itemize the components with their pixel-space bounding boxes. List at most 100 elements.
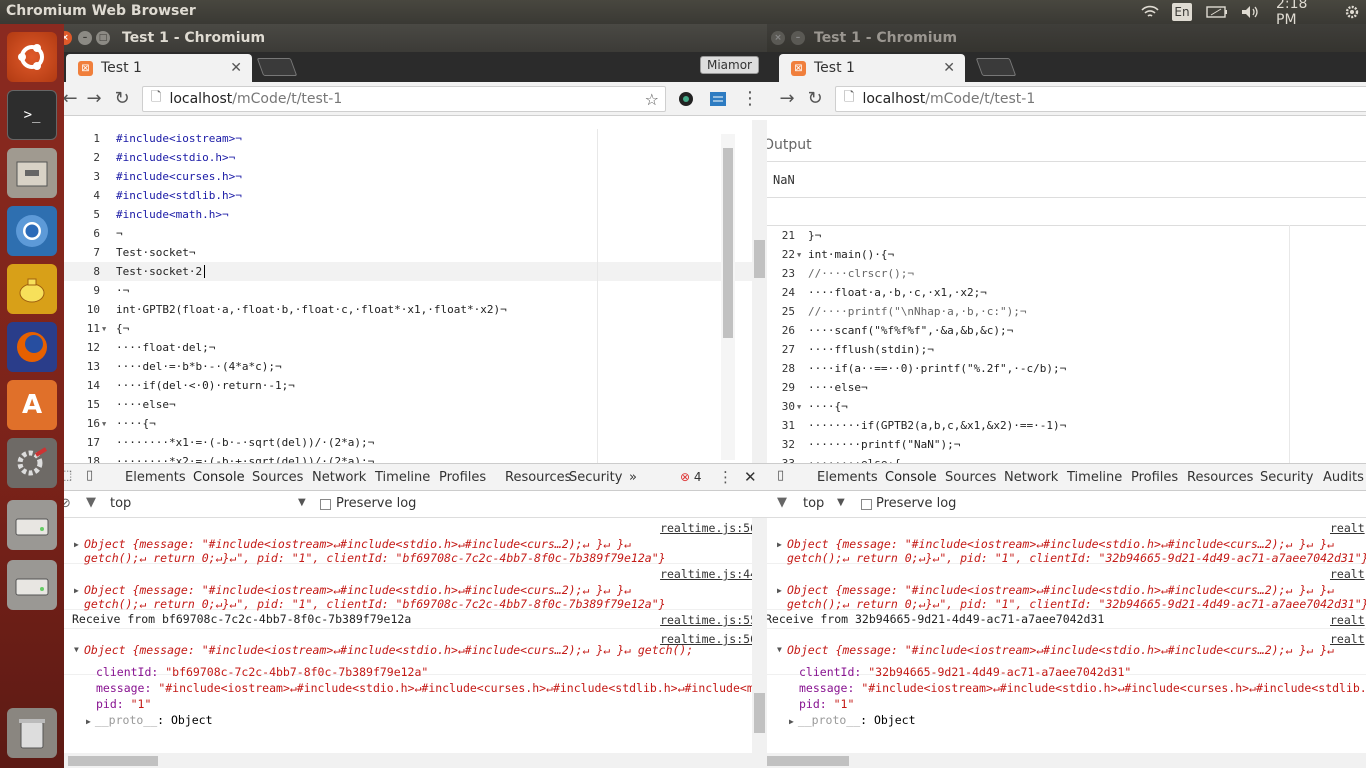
editor-line[interactable]: 23 //····clrscr();¬	[767, 264, 1366, 283]
firefox-icon[interactable]	[7, 322, 57, 372]
close-tab-icon-right[interactable]: ✕	[943, 60, 955, 76]
tab-elements-right[interactable]: Elements	[817, 470, 878, 485]
expand-toggle-icon[interactable]: ▼	[777, 645, 782, 654]
wifi-icon[interactable]	[1140, 2, 1160, 22]
editor-line[interactable]: 2 #include<stdio.h>¬	[64, 148, 767, 167]
fold-toggle-icon[interactable]: ▼	[797, 398, 801, 417]
tab-network[interactable]: Network	[312, 470, 366, 485]
editor-line[interactable]: 30 ▼ ····{¬	[767, 397, 1366, 416]
filter-icon[interactable]: ▼	[86, 495, 96, 510]
tab-security[interactable]: Security	[569, 470, 622, 485]
page-scrollbar[interactable]	[752, 120, 767, 464]
editor-line[interactable]: 29 ····else¬	[767, 378, 1366, 397]
editor-line[interactable]: 13 ····del·=·b*b·-·(4*a*c);¬	[64, 357, 767, 376]
tab-profiles-right[interactable]: Profiles	[1131, 470, 1178, 485]
settings-icon[interactable]	[7, 438, 57, 488]
console-message[interactable]: realtime.js:55 Receive from bf69708c-7c2c…	[64, 610, 767, 629]
omnibox[interactable]: 🗋 localhost/mCode/t/test-1 ☆	[142, 86, 666, 112]
new-tab-button-right[interactable]	[975, 58, 1017, 76]
chromium-icon[interactable]	[7, 206, 57, 256]
forward-icon[interactable]: →	[82, 87, 106, 111]
source-link[interactable]: realt	[1330, 567, 1365, 581]
editor-line[interactable]: 33 ········else·{	[767, 454, 1366, 463]
editor-line[interactable]: 11 ▼ {¬	[64, 319, 767, 338]
tab-audits-right[interactable]: Audits	[1323, 470, 1364, 485]
new-tab-button[interactable]	[256, 58, 298, 76]
device-mode-icon[interactable]: ▯	[86, 468, 93, 483]
close-window-button-right[interactable]: ×	[771, 31, 785, 45]
editor-line[interactable]: 25 //····printf("\nNhap·a,·b,·c:");¬	[767, 302, 1366, 321]
source-link[interactable]: realt	[1330, 632, 1365, 646]
cast-extension-icon[interactable]	[706, 87, 730, 111]
editor-line[interactable]: 6 ¬	[64, 224, 767, 243]
editor-line[interactable]: 3 #include<curses.h>¬	[64, 167, 767, 186]
editor-line[interactable]: 9 ·¬	[64, 281, 767, 300]
bookmark-star-icon[interactable]: ☆	[645, 90, 659, 109]
editor-line[interactable]: 12 ····float·del;¬	[64, 338, 767, 357]
tab-test-1[interactable]: ⊠ Test 1 ✕	[66, 54, 252, 82]
editor-line[interactable]: 27 ····fflush(stdin);¬	[767, 340, 1366, 359]
device-mode-icon-right[interactable]: ▯	[777, 468, 784, 483]
terminal-icon[interactable]: >_	[7, 90, 57, 140]
editor-line[interactable]: 5 #include<math.h>¬	[64, 205, 767, 224]
clock[interactable]: 2:18 PM	[1276, 0, 1332, 28]
trash-icon[interactable]	[7, 708, 57, 758]
tab-network-right[interactable]: Network	[1004, 470, 1058, 485]
context-dropdown-icon[interactable]: ▼	[298, 497, 306, 508]
console-output[interactable]: realtime.js:56 ▶ Object {message: "#includ…	[64, 518, 767, 768]
omnibox-right[interactable]: 🗋 localhost/mCode/t/test-1	[835, 86, 1366, 112]
tab-test-1-right[interactable]: ⊠ Test 1 ✕	[779, 54, 965, 82]
filter-icon-right[interactable]: ▼	[777, 495, 787, 510]
context-dropdown-icon-right[interactable]: ▼	[837, 497, 845, 508]
tab-resources-right[interactable]: Resources	[1187, 470, 1253, 485]
tab-timeline[interactable]: Timeline	[375, 470, 430, 485]
editor-line[interactable]: 4 #include<stdlib.h>¬	[64, 186, 767, 205]
editor-line[interactable]: 18 ········*x2·=·(-b·+·sqrt(del))/·(2*a);…	[64, 452, 767, 463]
console-scrollbar[interactable]	[752, 518, 767, 768]
expand-toggle-icon[interactable]: ▶	[74, 540, 79, 549]
expand-toggle-icon[interactable]: ▶	[777, 586, 782, 595]
source-link[interactable]: realt	[1330, 521, 1365, 535]
drive-icon[interactable]	[7, 500, 57, 550]
close-tab-icon[interactable]: ✕	[230, 60, 242, 76]
back-icon[interactable]: ←	[64, 87, 82, 111]
tab-security-right[interactable]: Security	[1260, 470, 1313, 485]
tab-resources[interactable]: Resources	[505, 470, 571, 485]
tab-console-right[interactable]: Console	[879, 470, 943, 493]
preserve-log-checkbox-right[interactable]	[861, 499, 872, 510]
forward-icon-right[interactable]: →	[775, 87, 799, 111]
volume-icon[interactable]	[1240, 2, 1260, 22]
fold-toggle-icon[interactable]: ▼	[102, 415, 106, 434]
expand-toggle-icon[interactable]: ▶	[74, 586, 79, 595]
source-link[interactable]: realt	[1330, 613, 1365, 627]
console-message[interactable]: realt ▶ Object {message: "#include<iostrea…	[767, 518, 1366, 565]
editor-line[interactable]: 32 ········printf("NaN");¬	[767, 435, 1366, 454]
more-tabs-icon[interactable]: »	[629, 470, 637, 485]
context-select-right[interactable]: top	[803, 496, 824, 511]
close-devtools-icon[interactable]: ✕	[744, 468, 757, 486]
gear-icon[interactable]	[1344, 2, 1360, 22]
fold-toggle-icon[interactable]: ▼	[102, 320, 106, 339]
editor-line[interactable]: 7 Test·socket¬	[64, 243, 767, 262]
devtools-menu-icon[interactable]: ⋮	[718, 468, 733, 486]
software-center-icon[interactable]: A	[7, 380, 57, 430]
proto-property[interactable]: ▶ __proto__: Object	[86, 713, 213, 727]
preserve-log-checkbox[interactable]	[320, 499, 331, 510]
editor-line[interactable]: 1 #include<iostream>¬	[64, 129, 767, 148]
proto-property[interactable]: ▶ __proto__: Object	[789, 713, 916, 727]
minimize-window-button-right[interactable]: –	[791, 31, 805, 45]
clear-console-icon[interactable]: ⊘	[64, 496, 71, 511]
editor-line[interactable]: 24 ····float·a,·b,·c,·x1,·x2;¬	[767, 283, 1366, 302]
files-icon[interactable]	[7, 148, 57, 198]
profile-button[interactable]: Miamor	[699, 56, 759, 74]
console-message[interactable]: realtime.js:56 ▶ Object {message: "#includ…	[64, 518, 767, 565]
teapot-app-icon[interactable]	[7, 264, 57, 314]
editor-line[interactable]: 22 ▼ int·main()·{¬	[767, 245, 1366, 264]
editor-line[interactable]: 15 ····else¬	[64, 395, 767, 414]
editor-line[interactable]: 28 ····if(a··==··0)·printf("%.2f",·-c/b);…	[767, 359, 1366, 378]
tab-sources-right[interactable]: Sources	[945, 470, 996, 485]
editor-line[interactable]: 14 ····if(del·<·0)·return·-1;¬	[64, 376, 767, 395]
editor-line[interactable]: 26 ····scanf("%f%f%f",·&a,&b,&c);¬	[767, 321, 1366, 340]
tab-elements[interactable]: Elements	[125, 470, 186, 485]
editor-line[interactable]: 21}¬	[767, 226, 1366, 245]
